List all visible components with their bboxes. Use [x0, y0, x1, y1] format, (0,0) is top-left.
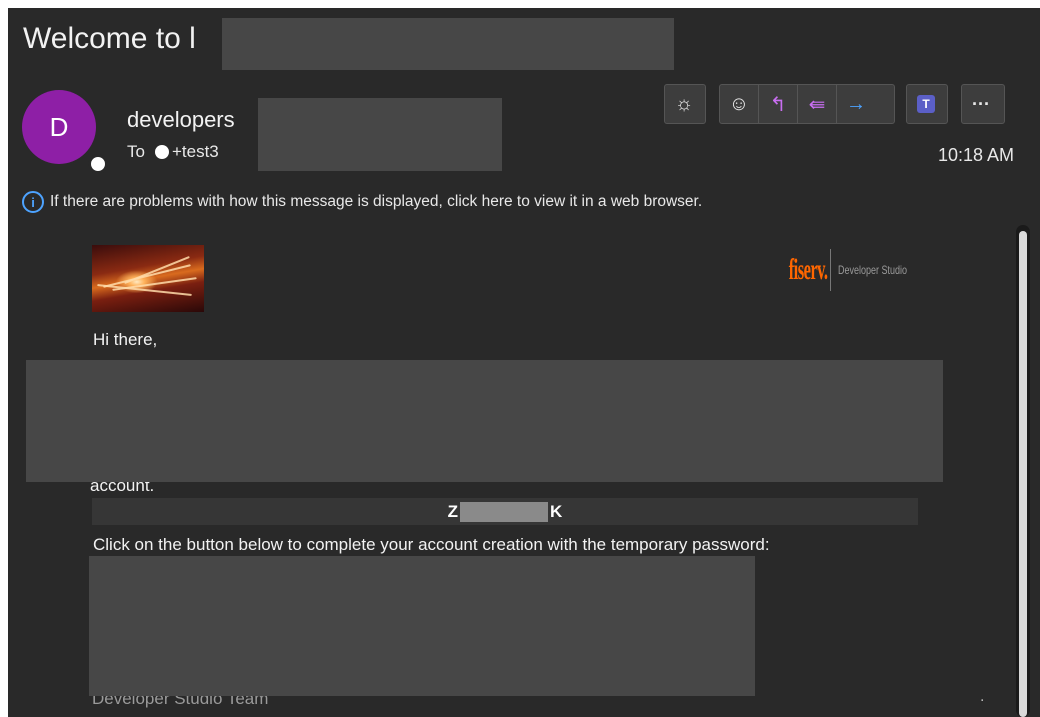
redacted-body-text [26, 360, 943, 482]
more-button-group: ··· [961, 84, 1005, 124]
avatar-initial: D [49, 111, 69, 142]
header-banner-image [92, 245, 204, 312]
react-icon[interactable]: ☺ [720, 85, 758, 123]
instruction-text: Click on the button below to complete yo… [93, 535, 770, 554]
redacted-subject [222, 18, 674, 70]
recipient-row: To +test3 [127, 142, 219, 162]
scrollbar-thumb[interactable] [1019, 231, 1027, 717]
logo-brand: fiserv. [789, 253, 828, 286]
redacted-sender [258, 98, 502, 171]
avatar[interactable]: D [22, 90, 96, 164]
reply-icon[interactable]: ↰ [758, 85, 797, 123]
logo-subtitle: Developer Studio [837, 263, 907, 277]
vertical-scrollbar[interactable] [1016, 225, 1030, 717]
redacted-code [460, 501, 549, 522]
logo-divider [829, 249, 831, 291]
code-end: K [550, 501, 563, 521]
forward-icon[interactable]: → [836, 85, 875, 123]
teams-icon[interactable]: T [907, 85, 945, 123]
received-time: 10:18 AM [937, 145, 1014, 165]
presence-status-icon [88, 154, 108, 174]
infobar-text: If there are problems with how this mess… [50, 193, 703, 210]
display-problem-infobar[interactable]: i If there are problems with how this me… [22, 191, 702, 213]
brightness-icon[interactable]: ☼ [665, 85, 703, 123]
more-options-icon[interactable]: ··· [962, 85, 1000, 123]
teams-letter: T [917, 95, 935, 113]
to-label: To [127, 142, 145, 161]
email-reading-pane: Welcome to l D developers To +test3 10:1… [8, 8, 1040, 717]
redacted-button-area [89, 556, 755, 696]
recipient-name: +test3 [171, 142, 219, 161]
trailing-mark: . [980, 688, 985, 705]
account-code-box: Z K [92, 498, 918, 525]
sender-name[interactable]: developers [127, 107, 235, 133]
theme-toggle-group: ☼ [664, 84, 706, 124]
recipient-chip[interactable]: +test3 [154, 142, 219, 162]
greeting-text: Hi there, [93, 330, 158, 349]
teams-button-group: T [906, 84, 948, 124]
reply-all-icon[interactable]: ⇚ [797, 85, 836, 123]
info-icon: i [22, 191, 44, 213]
fiserv-logo: fiserv. Developer Studio [757, 240, 930, 300]
recipient-status-icon [154, 145, 169, 159]
action-button-group: ☺ ↰ ⇚ → [719, 84, 895, 124]
email-subject: Welcome to l [23, 22, 196, 55]
code-start: Z [447, 501, 459, 521]
